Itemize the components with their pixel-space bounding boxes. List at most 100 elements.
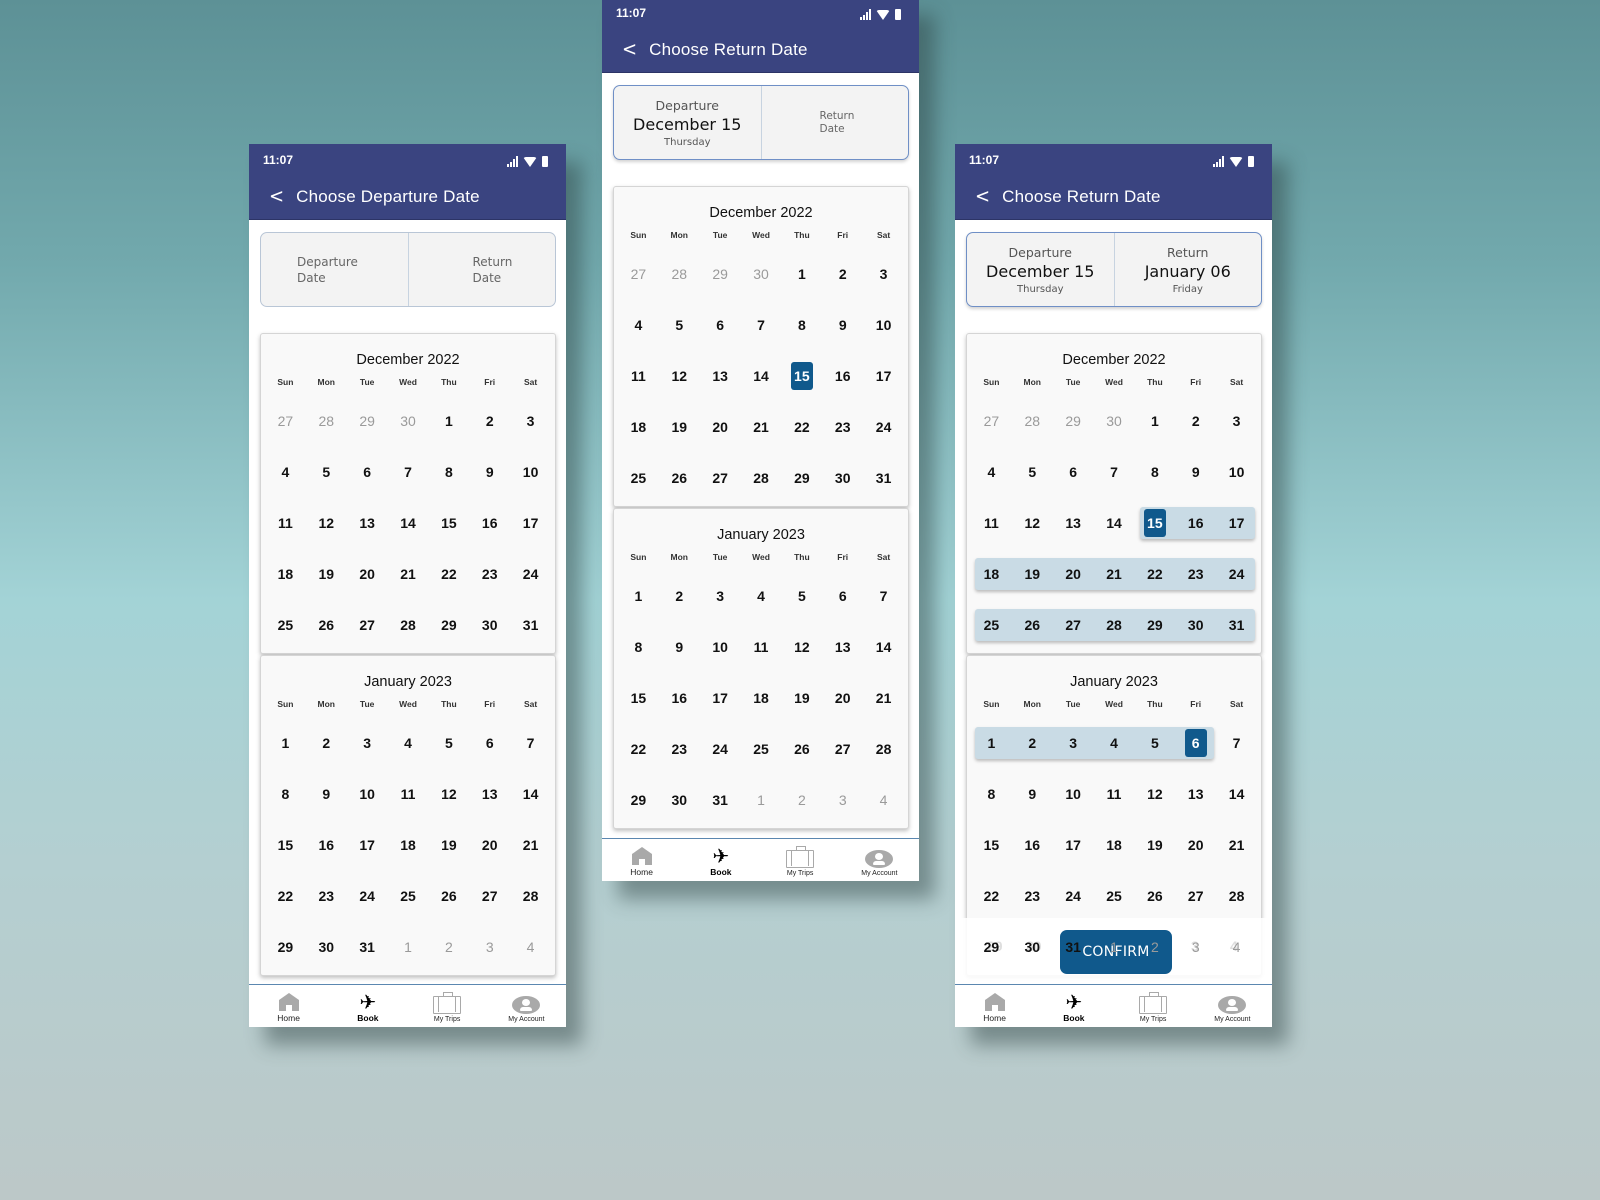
calendar-day[interactable]: 22 xyxy=(618,733,659,765)
calendar-day[interactable]: 7 xyxy=(741,309,782,341)
calendar-day[interactable]: 8 xyxy=(971,778,1012,810)
calendar-day[interactable]: 16 xyxy=(306,829,347,861)
calendar-day[interactable]: 11 xyxy=(265,507,306,539)
nav-item-book[interactable]: ✈ Book xyxy=(1034,985,1113,1027)
calendar-day[interactable]: 18 xyxy=(265,558,306,590)
calendar-day[interactable]: 1 xyxy=(428,405,469,437)
calendar-day[interactable]: 24 xyxy=(1216,558,1257,590)
departure-date-field[interactable]: Departure Date xyxy=(261,233,408,306)
return-date-field[interactable]: Return January 06 Friday xyxy=(1113,233,1262,306)
selected-calendar-day[interactable]: 6 xyxy=(1175,727,1216,759)
calendar-day[interactable]: 25 xyxy=(618,462,659,494)
calendar-day[interactable]: 11 xyxy=(741,631,782,663)
calendar-day[interactable]: 17 xyxy=(863,360,904,392)
nav-item-book[interactable]: ✈ Book xyxy=(681,839,760,881)
nav-item-home[interactable]: Home xyxy=(955,985,1034,1027)
nav-item-my-trips[interactable]: My Trips xyxy=(1114,985,1193,1027)
calendar-day[interactable]: 24 xyxy=(510,558,551,590)
calendar-day[interactable]: 26 xyxy=(428,880,469,912)
calendar-day[interactable]: 1 xyxy=(781,258,822,290)
calendar-day[interactable]: 23 xyxy=(822,411,863,443)
calendar-day[interactable]: 12 xyxy=(1012,507,1053,539)
calendar-day[interactable]: 2 xyxy=(822,258,863,290)
calendar-day[interactable]: 12 xyxy=(306,507,347,539)
calendar-day[interactable]: 20 xyxy=(822,682,863,714)
calendar-day[interactable]: 17 xyxy=(700,682,741,714)
calendar-day[interactable]: 31 xyxy=(1053,931,1094,963)
calendar-day[interactable]: 24 xyxy=(700,733,741,765)
calendar-day[interactable]: 4 xyxy=(1094,727,1135,759)
calendar-day[interactable]: 17 xyxy=(1216,507,1257,539)
calendar-day[interactable]: 28 xyxy=(1094,609,1135,641)
calendar-day[interactable]: 30 xyxy=(659,784,700,816)
calendar-day[interactable]: 25 xyxy=(388,880,429,912)
calendar-day[interactable]: 30 xyxy=(1012,931,1053,963)
calendar-day[interactable]: 19 xyxy=(1012,558,1053,590)
calendar-day[interactable]: 9 xyxy=(822,309,863,341)
calendar-day[interactable]: 27 xyxy=(700,462,741,494)
calendar-day[interactable]: 4 xyxy=(741,580,782,612)
calendar-day[interactable]: 15 xyxy=(971,829,1012,861)
calendar-day[interactable]: 13 xyxy=(822,631,863,663)
calendar-day[interactable]: 6 xyxy=(1053,456,1094,488)
calendar-day[interactable]: 19 xyxy=(428,829,469,861)
calendar-day[interactable]: 21 xyxy=(863,682,904,714)
calendar-day[interactable]: 18 xyxy=(618,411,659,443)
calendar-day[interactable]: 29 xyxy=(971,931,1012,963)
calendar-day[interactable]: 8 xyxy=(428,456,469,488)
return-date-field[interactable]: Return Date xyxy=(407,233,556,306)
calendar-day[interactable]: 22 xyxy=(428,558,469,590)
nav-item-home[interactable]: Home xyxy=(602,839,681,881)
calendar-day[interactable]: 13 xyxy=(469,778,510,810)
back-icon[interactable]: < xyxy=(622,38,637,61)
calendar-day[interactable]: 22 xyxy=(265,880,306,912)
calendar-day[interactable]: 11 xyxy=(388,778,429,810)
calendar-day[interactable]: 5 xyxy=(781,580,822,612)
calendar-day[interactable]: 27 xyxy=(1175,880,1216,912)
back-icon[interactable]: < xyxy=(269,185,284,208)
calendar-day[interactable]: 26 xyxy=(659,462,700,494)
calendar-day[interactable]: 28 xyxy=(510,880,551,912)
calendar-day[interactable]: 28 xyxy=(1216,880,1257,912)
calendar-day[interactable]: 24 xyxy=(347,880,388,912)
calendar-day[interactable]: 3 xyxy=(1216,405,1257,437)
calendar-day[interactable]: 7 xyxy=(1216,727,1257,759)
calendar-day[interactable]: 16 xyxy=(659,682,700,714)
calendar-day[interactable]: 23 xyxy=(306,880,347,912)
calendar-day[interactable]: 29 xyxy=(781,462,822,494)
calendar-day[interactable]: 12 xyxy=(781,631,822,663)
calendar-day[interactable]: 27 xyxy=(822,733,863,765)
calendar-day[interactable]: 1 xyxy=(265,727,306,759)
calendar-day[interactable]: 17 xyxy=(510,507,551,539)
calendar-day[interactable]: 8 xyxy=(1134,456,1175,488)
calendar-day[interactable]: 21 xyxy=(1216,829,1257,861)
nav-item-home[interactable]: Home xyxy=(249,985,328,1027)
calendar-day[interactable]: 18 xyxy=(971,558,1012,590)
calendar-day[interactable]: 31 xyxy=(510,609,551,641)
calendar-day[interactable]: 28 xyxy=(388,609,429,641)
calendar-day[interactable]: 3 xyxy=(1053,727,1094,759)
calendar-day[interactable]: 4 xyxy=(265,456,306,488)
calendar-day[interactable]: 26 xyxy=(1134,880,1175,912)
calendar-day[interactable]: 20 xyxy=(700,411,741,443)
calendar-day[interactable]: 19 xyxy=(781,682,822,714)
calendar-day[interactable]: 27 xyxy=(469,880,510,912)
departure-date-field[interactable]: Departure December 15 Thursday xyxy=(967,233,1114,306)
calendar-day[interactable]: 20 xyxy=(1053,558,1094,590)
calendar-day[interactable]: 1 xyxy=(1134,405,1175,437)
calendar-day[interactable]: 3 xyxy=(347,727,388,759)
calendar-day[interactable]: 12 xyxy=(659,360,700,392)
calendar-day[interactable]: 26 xyxy=(781,733,822,765)
calendar-day[interactable]: 19 xyxy=(1134,829,1175,861)
calendar-day[interactable]: 10 xyxy=(347,778,388,810)
calendar-day[interactable]: 27 xyxy=(347,609,388,641)
calendar-day[interactable]: 6 xyxy=(347,456,388,488)
calendar-day[interactable]: 18 xyxy=(1094,829,1135,861)
calendar-day[interactable]: 23 xyxy=(1012,880,1053,912)
calendar-day[interactable]: 15 xyxy=(618,682,659,714)
calendar-day[interactable]: 18 xyxy=(741,682,782,714)
calendar-day[interactable]: 31 xyxy=(863,462,904,494)
calendar-day[interactable]: 9 xyxy=(659,631,700,663)
calendar-day[interactable]: 28 xyxy=(741,462,782,494)
calendar-day[interactable]: 10 xyxy=(1216,456,1257,488)
